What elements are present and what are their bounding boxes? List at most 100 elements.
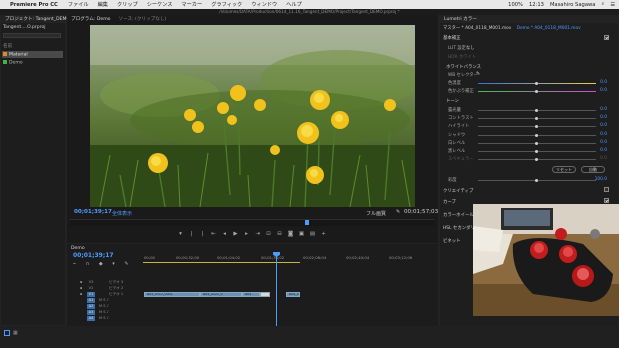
menu-window[interactable]: ウィンドウ bbox=[251, 1, 277, 8]
tab-program[interactable]: プログラム: Demo bbox=[67, 16, 115, 22]
tone-value[interactable]: 0.0 bbox=[597, 156, 607, 161]
fit-dropdown[interactable]: 全体表示 bbox=[112, 210, 132, 217]
video-frame[interactable] bbox=[90, 25, 415, 207]
auto-button[interactable]: 自動 bbox=[581, 166, 605, 173]
tone-value[interactable]: 0.0 bbox=[597, 148, 607, 153]
play-icon[interactable]: ▶ bbox=[233, 231, 239, 237]
menu-edit[interactable]: 編集 bbox=[98, 1, 108, 8]
column-name-header[interactable]: 名前 bbox=[3, 43, 12, 49]
mark-in-icon[interactable]: | bbox=[189, 231, 195, 237]
track-name[interactable]: V1 bbox=[87, 292, 95, 297]
tone-value[interactable]: 0.0 bbox=[597, 140, 607, 145]
tone-value[interactable]: 0.0 bbox=[597, 132, 607, 137]
playhead-timecode[interactable]: 00;01;39;17 bbox=[74, 209, 112, 215]
timeline-ruler[interactable]: 00;00 00;00;32;00 00;01;04;02 00;01;36;0… bbox=[143, 255, 433, 262]
mute-solo[interactable]: M S ♪ bbox=[99, 304, 109, 308]
step-forward-icon[interactable]: ▸ bbox=[244, 231, 250, 237]
timeline-playhead[interactable] bbox=[276, 252, 277, 326]
track-name[interactable]: A1 bbox=[87, 298, 95, 303]
insert-icon[interactable]: ⊡ bbox=[266, 231, 272, 237]
app-menu[interactable]: Premiere Pro CC bbox=[10, 2, 58, 8]
lock-icon[interactable]: ▪ bbox=[80, 286, 82, 290]
saturation-value[interactable]: 100.0 bbox=[593, 177, 607, 182]
camera-icon[interactable]: ◙ bbox=[288, 231, 294, 237]
lumetri-master-clip[interactable]: マスター * A04_0118_M001.mov Demo * A04_0118… bbox=[443, 25, 581, 31]
settings-icon[interactable]: + bbox=[321, 231, 327, 237]
temp-knob[interactable] bbox=[535, 82, 538, 85]
marker-icon[interactable]: ▾ bbox=[178, 231, 184, 237]
clip[interactable]: A04_0222_0 bbox=[200, 292, 242, 297]
tab-timeline-demo[interactable]: Demo bbox=[67, 246, 89, 251]
menu-marker[interactable]: マーカー bbox=[181, 1, 202, 8]
sequence-demo[interactable]: Demo bbox=[3, 60, 23, 66]
track-name[interactable]: A4 bbox=[87, 316, 95, 321]
extract-icon[interactable]: ▤ bbox=[310, 231, 316, 237]
tone-value[interactable]: 0.0 bbox=[597, 107, 607, 112]
tone-knob[interactable] bbox=[535, 109, 538, 112]
project-search-input[interactable] bbox=[3, 33, 61, 38]
overwrite-icon[interactable]: ⊟ bbox=[277, 231, 283, 237]
timeline-tools[interactable]: ⌁ ∩ ◆ ▾ ✎ bbox=[73, 261, 133, 267]
tone-knob[interactable] bbox=[535, 133, 538, 137]
curves-enable-checkbox[interactable] bbox=[604, 198, 609, 203]
clip[interactable]: A04_0 bbox=[286, 292, 300, 297]
mute-solo[interactable]: M S ♪ bbox=[99, 310, 109, 314]
menu-graphics[interactable]: グラフィック bbox=[211, 1, 242, 8]
tint-value[interactable]: 0.0 bbox=[597, 88, 607, 93]
mute-solo[interactable]: M S ♪ bbox=[99, 298, 109, 302]
saturation-knob[interactable] bbox=[535, 179, 538, 182]
mark-out-icon[interactable]: | bbox=[200, 231, 206, 237]
timeline-timecode[interactable]: 00;01;39;17 bbox=[73, 252, 114, 259]
vignette-section[interactable]: ビネット bbox=[443, 238, 461, 244]
track-name[interactable]: A3 bbox=[87, 310, 95, 315]
reset-button[interactable]: リセット bbox=[552, 166, 576, 173]
bin-material[interactable]: Material bbox=[3, 52, 28, 58]
list-icon[interactable]: ☰ bbox=[610, 2, 615, 8]
tone-knob[interactable] bbox=[535, 150, 538, 153]
user-name[interactable]: Masahiro Sagawa bbox=[550, 2, 595, 8]
menu-file[interactable]: ファイル bbox=[68, 1, 89, 8]
go-to-out-icon[interactable]: ⇥ bbox=[255, 231, 261, 237]
menu-clip[interactable]: クリップ bbox=[117, 1, 138, 8]
tint-knob[interactable] bbox=[535, 90, 538, 93]
scrub-playhead[interactable] bbox=[305, 220, 309, 225]
tone-knob[interactable] bbox=[535, 141, 538, 145]
lock-icon[interactable]: ▪ bbox=[80, 280, 82, 284]
track-name[interactable]: V3 bbox=[87, 280, 95, 285]
wrench-icon[interactable]: ✎ bbox=[396, 209, 400, 215]
basic-enable-checkbox[interactable] bbox=[604, 35, 609, 40]
mute-solo[interactable]: M S ♪ bbox=[99, 316, 109, 320]
creative-enable-checkbox[interactable] bbox=[604, 187, 609, 192]
menu-sequence[interactable]: シーケンス bbox=[147, 1, 173, 8]
creative-section[interactable]: クリエイティブ bbox=[443, 188, 473, 194]
master-clip-label: マスター * A04_0118_M001.mov bbox=[443, 26, 512, 31]
curves-section[interactable]: カーブ bbox=[443, 199, 456, 205]
hsl-section[interactable]: HSL セカンダリ bbox=[443, 225, 475, 231]
tab-source[interactable]: ソース: (クリップなし) bbox=[115, 16, 171, 22]
temp-value[interactable]: 0.0 bbox=[597, 80, 607, 85]
search-icon[interactable]: ⌕ bbox=[601, 1, 604, 8]
color-wheels-section[interactable]: カラーホイール bbox=[443, 212, 474, 218]
step-back-icon[interactable]: ◂ bbox=[222, 231, 228, 237]
lock-icon[interactable]: ▪ bbox=[80, 292, 82, 296]
tone-value[interactable]: 0.0 bbox=[597, 123, 607, 128]
icon-view-icon[interactable]: ▦ bbox=[13, 330, 18, 336]
go-to-in-icon[interactable]: ⇤ bbox=[211, 231, 217, 237]
quality-dropdown[interactable]: フル画質 bbox=[366, 210, 386, 217]
track-name[interactable]: A2 bbox=[87, 304, 95, 309]
clip[interactable]: A04 bbox=[242, 292, 260, 297]
clip-selected[interactable] bbox=[260, 292, 270, 297]
monitor-scrub-bar[interactable] bbox=[70, 219, 434, 226]
comparison-icon[interactable]: ▣ bbox=[299, 231, 305, 237]
tab-lumetri[interactable]: Lumetri カラー bbox=[440, 16, 481, 22]
tone-value[interactable]: 0.0 bbox=[597, 115, 607, 120]
eyedropper-icon[interactable]: ✎ bbox=[476, 71, 480, 77]
menu-help[interactable]: ヘルプ bbox=[286, 1, 302, 8]
clip[interactable]: A04_0312_0001 bbox=[144, 292, 200, 297]
sequence-clip-label[interactable]: Demo * A04_0118_M001.mov bbox=[517, 26, 581, 31]
lut-dropdown[interactable]: なし bbox=[466, 45, 475, 51]
track-name[interactable]: V2 bbox=[87, 286, 95, 291]
list-view-icon[interactable] bbox=[4, 330, 10, 336]
tab-project[interactable]: プロジェクト: Tangent_DEMO bbox=[1, 16, 74, 22]
basic-correction-section[interactable]: 基本補正 bbox=[443, 35, 461, 41]
